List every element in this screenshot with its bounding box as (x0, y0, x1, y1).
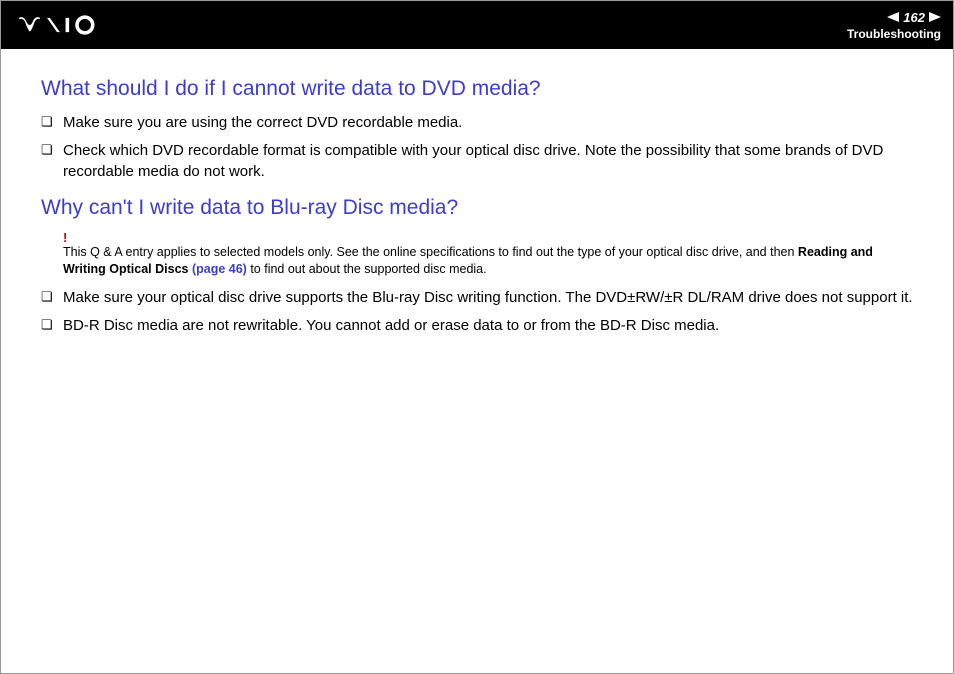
page-number: 162 (903, 10, 925, 25)
breadcrumb: Troubleshooting (847, 27, 941, 41)
vaio-logo (17, 14, 117, 36)
note-link[interactable]: (page 46) (192, 262, 247, 276)
note-text-before: This Q & A entry applies to selected mod… (63, 245, 798, 259)
bullet-list-dvd: Make sure you are using the correct DVD … (41, 113, 913, 182)
note-block: ! This Q & A entry applies to selected m… (41, 232, 913, 278)
next-page-arrow-icon[interactable] (929, 12, 941, 22)
warning-icon: ! (63, 230, 67, 245)
note-text: This Q & A entry applies to selected mod… (63, 232, 913, 278)
page-content: What should I do if I cannot write data … (1, 49, 953, 336)
list-item: Check which DVD recordable format is com… (63, 141, 913, 182)
header-right: 162 Troubleshooting (847, 10, 941, 41)
list-item: Make sure you are using the correct DVD … (63, 113, 913, 133)
header-bar: 162 Troubleshooting (1, 1, 953, 49)
list-item: Make sure your optical disc drive suppor… (63, 288, 913, 308)
note-text-after: to find out about the supported disc med… (247, 262, 487, 276)
section-heading-bluray: Why can't I write data to Blu-ray Disc m… (41, 196, 913, 220)
prev-page-arrow-icon[interactable] (887, 12, 899, 22)
page-navigation: 162 (887, 10, 941, 25)
section-heading-dvd: What should I do if I cannot write data … (41, 77, 913, 101)
list-item: BD-R Disc media are not rewritable. You … (63, 316, 913, 336)
bullet-list-bluray: Make sure your optical disc drive suppor… (41, 288, 913, 337)
